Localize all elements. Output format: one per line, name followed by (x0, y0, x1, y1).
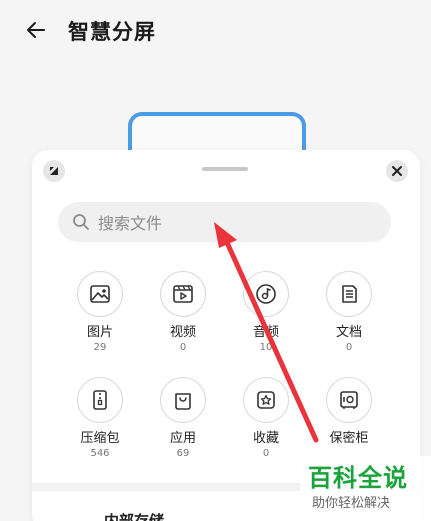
image-icon (90, 285, 110, 303)
category-icon-button[interactable] (77, 271, 123, 317)
category-archives[interactable]: 压缩包 546 (60, 377, 140, 459)
category-icon-button[interactable] (243, 377, 289, 423)
search-placeholder: 搜索文件 (98, 214, 163, 233)
category-label: 收藏 (252, 431, 279, 446)
category-label: 保密柜 (329, 431, 369, 446)
top-bar: 智慧分屏 (0, 0, 431, 62)
back-arrow-icon (27, 22, 45, 38)
category-icon-button[interactable] (77, 377, 123, 423)
audio-icon (256, 284, 276, 304)
app-icon (175, 393, 191, 410)
watermark: 百科全说 助你轻松解决 (300, 456, 431, 521)
category-icon-button[interactable] (160, 377, 206, 423)
category-label: 图片 (86, 325, 113, 340)
category-apps[interactable]: 应用 69 (143, 377, 223, 459)
category-safe[interactable]: 保密柜 (309, 377, 389, 448)
zip-icon (93, 390, 107, 410)
category-count: 546 (90, 448, 110, 459)
search-input[interactable]: 搜索文件 (58, 202, 391, 242)
category-count: 10 (259, 342, 273, 353)
collapse-button[interactable] (43, 160, 65, 182)
back-button[interactable] (22, 16, 50, 44)
video-icon (173, 285, 193, 303)
search-icon (73, 214, 89, 230)
collapse-icon (50, 167, 58, 175)
category-label: 文档 (335, 325, 362, 340)
drag-handle[interactable] (202, 167, 248, 171)
category-count: 0 (179, 342, 187, 353)
category-label: 应用 (169, 431, 196, 446)
category-icon-button[interactable] (243, 271, 289, 317)
category-images[interactable]: 图片 29 (60, 271, 140, 353)
close-button[interactable] (386, 160, 408, 182)
category-label: 视频 (169, 325, 196, 340)
category-audio[interactable]: 音频 10 (226, 271, 306, 353)
category-icon-button[interactable] (160, 271, 206, 317)
watermark-subtitle: 助你轻松解决 (312, 496, 391, 511)
favorite-icon (257, 391, 275, 409)
category-icon-button[interactable] (326, 377, 372, 423)
category-label: 音频 (252, 325, 279, 340)
category-videos[interactable]: 视频 0 (143, 271, 223, 353)
page-title: 智慧分屏 (68, 20, 156, 44)
document-icon (342, 285, 357, 303)
category-count: 0 (262, 448, 270, 459)
category-documents[interactable]: 文档 0 (309, 271, 389, 353)
close-icon (392, 166, 402, 176)
category-count: 29 (93, 342, 107, 353)
category-icon-button[interactable] (326, 271, 372, 317)
watermark-title: 百科全说 (308, 464, 408, 492)
category-count: 0 (345, 342, 353, 353)
internal-storage-label[interactable]: 内部存储 (104, 510, 164, 521)
category-favorites[interactable]: 收藏 0 (226, 377, 306, 459)
category-label: 压缩包 (80, 431, 120, 446)
category-count: 69 (176, 448, 190, 459)
safe-icon (340, 391, 358, 409)
